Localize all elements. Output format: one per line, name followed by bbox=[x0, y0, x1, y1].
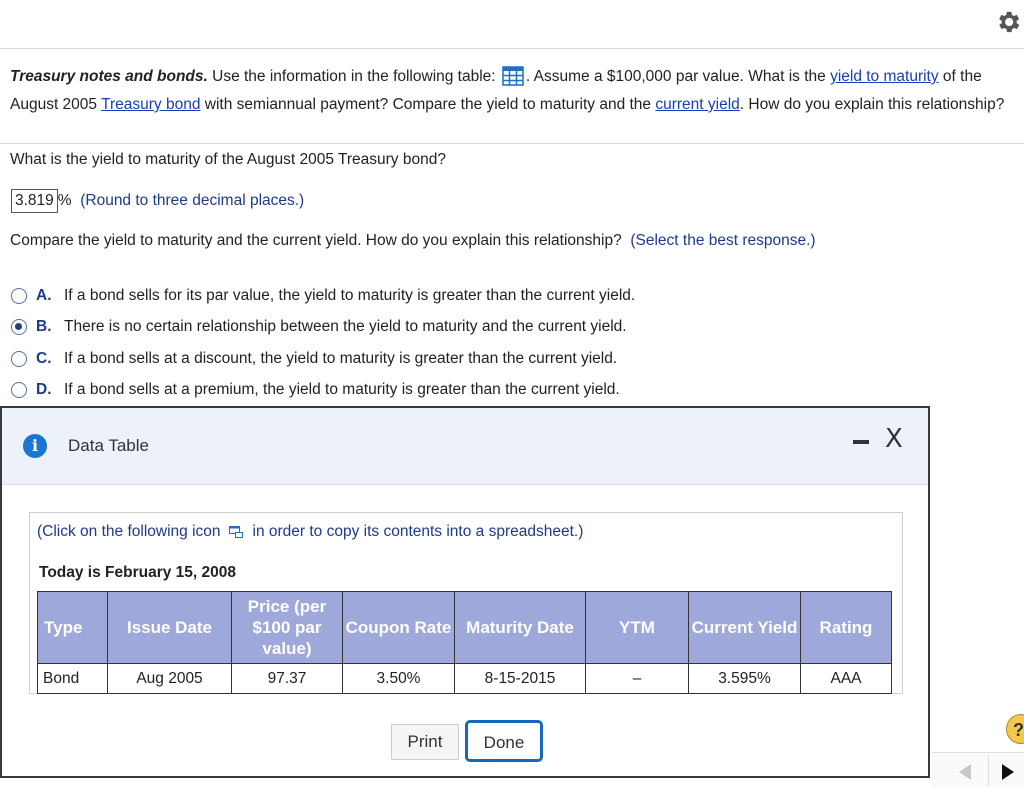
copy-icon[interactable] bbox=[228, 526, 243, 538]
table-cell: Bond bbox=[37, 663, 108, 694]
question-part: with semiannual payment? Compare the yie… bbox=[200, 96, 656, 113]
next-arrow-icon[interactable] bbox=[1002, 764, 1014, 780]
choice-text: If a bond sells at a premium, the yield … bbox=[64, 381, 620, 399]
table-icon[interactable] bbox=[502, 66, 524, 86]
choice-c[interactable]: C. If a bond sells at a discount, the yie… bbox=[11, 343, 635, 375]
choice-b[interactable]: B. There is no certain relationship betwe… bbox=[11, 312, 635, 344]
bond-data-table: Type Issue Date Price (per $100 par valu… bbox=[37, 591, 892, 694]
link-current-yield[interactable]: current yield bbox=[655, 96, 739, 113]
table-cell: Aug 2005 bbox=[107, 663, 232, 694]
choice-letter: B. bbox=[36, 318, 52, 336]
column-header: Price (per $100 par value) bbox=[231, 591, 343, 664]
info-icon: i bbox=[23, 434, 47, 458]
radio-b[interactable] bbox=[11, 319, 27, 336]
copy-text-post: in order to copy its contents into a spr… bbox=[252, 523, 584, 540]
part2-question: Compare the yield to maturity and the cu… bbox=[10, 232, 622, 249]
column-header: Type bbox=[37, 591, 108, 664]
rounding-hint: (Round to three decimal places.) bbox=[80, 192, 305, 209]
copy-instruction: (Click on the following icon in order to… bbox=[37, 523, 583, 541]
table-header-row: Type Issue Date Price (per $100 par valu… bbox=[37, 591, 892, 664]
answer-field[interactable]: 3.819 bbox=[11, 189, 58, 213]
table-cell: 3.50% bbox=[342, 663, 455, 694]
choice-text: There is no certain relationship between… bbox=[64, 318, 627, 336]
copy-text-pre: (Click on the following icon bbox=[37, 523, 221, 540]
close-button[interactable]: X bbox=[885, 424, 903, 454]
dialog-header: i Data Table X bbox=[2, 408, 928, 485]
choice-text: If a bond sells for its par value, the y… bbox=[64, 286, 636, 304]
column-header: Current Yield bbox=[688, 591, 801, 664]
question-text: Treasury notes and bonds. Use the inform… bbox=[10, 63, 1010, 119]
radio-d[interactable] bbox=[11, 382, 27, 399]
top-toolbar bbox=[0, 0, 1024, 49]
choice-letter: C. bbox=[36, 349, 52, 367]
divider bbox=[0, 143, 1024, 144]
part1-prompt: What is the yield to maturity of the Aug… bbox=[10, 151, 446, 168]
help-button[interactable]: ? bbox=[1006, 714, 1024, 744]
column-header: Rating bbox=[800, 591, 892, 664]
answer-choices: A. If a bond sells for its par value, the… bbox=[11, 280, 635, 406]
link-treasury-bond[interactable]: Treasury bond bbox=[101, 96, 200, 113]
part2-prompt: Compare the yield to maturity and the cu… bbox=[10, 232, 816, 250]
select-hint: (Select the best response.) bbox=[630, 232, 816, 249]
data-table-dialog: i Data Table X (Click on the following i… bbox=[0, 406, 930, 778]
table-row: Bond Aug 2005 97.37 3.50% 8-15-2015 – 3.… bbox=[37, 663, 892, 694]
print-button[interactable]: Print bbox=[391, 724, 459, 760]
column-header: Maturity Date bbox=[454, 591, 586, 664]
table-cell: AAA bbox=[800, 663, 892, 694]
choice-letter: A. bbox=[36, 286, 52, 304]
radio-a[interactable] bbox=[11, 287, 27, 304]
part1-answer-row: 3.819 % (Round to three decimal places.) bbox=[11, 189, 304, 213]
question-part: . Assume a $100,000 par value. What is t… bbox=[525, 68, 831, 85]
choice-text: If a bond sells at a discount, the yield… bbox=[64, 349, 618, 367]
previous-arrow-icon[interactable] bbox=[959, 764, 971, 780]
column-header: Issue Date bbox=[107, 591, 232, 664]
radio-c[interactable] bbox=[11, 350, 27, 367]
minimize-button[interactable] bbox=[853, 440, 869, 444]
dialog-title: Data Table bbox=[68, 436, 149, 455]
choice-a[interactable]: A. If a bond sells for its par value, the… bbox=[11, 280, 635, 312]
percent-unit: % bbox=[57, 192, 72, 209]
table-cell: – bbox=[585, 663, 689, 694]
choice-letter: D. bbox=[36, 381, 52, 399]
today-date: Today is February 15, 2008 bbox=[39, 564, 237, 581]
question-title: Treasury notes and bonds. bbox=[10, 68, 208, 85]
table-cell: 3.595% bbox=[688, 663, 801, 694]
table-cell: 97.37 bbox=[231, 663, 343, 694]
column-header: YTM bbox=[585, 591, 689, 664]
data-panel: (Click on the following icon in order to… bbox=[29, 512, 903, 694]
link-yield-to-maturity[interactable]: yield to maturity bbox=[830, 68, 939, 85]
done-button[interactable]: Done bbox=[465, 720, 543, 762]
gear-icon[interactable] bbox=[994, 8, 1022, 36]
nav-divider bbox=[988, 756, 989, 786]
question-part: . How do you explain this relationship? bbox=[739, 96, 1005, 113]
question-part: Use the information in the following tab… bbox=[207, 68, 500, 85]
column-header: Coupon Rate bbox=[342, 591, 455, 664]
choice-d[interactable]: D. If a bond sells at a premium, the yiel… bbox=[11, 375, 635, 407]
table-cell: 8-15-2015 bbox=[454, 663, 586, 694]
